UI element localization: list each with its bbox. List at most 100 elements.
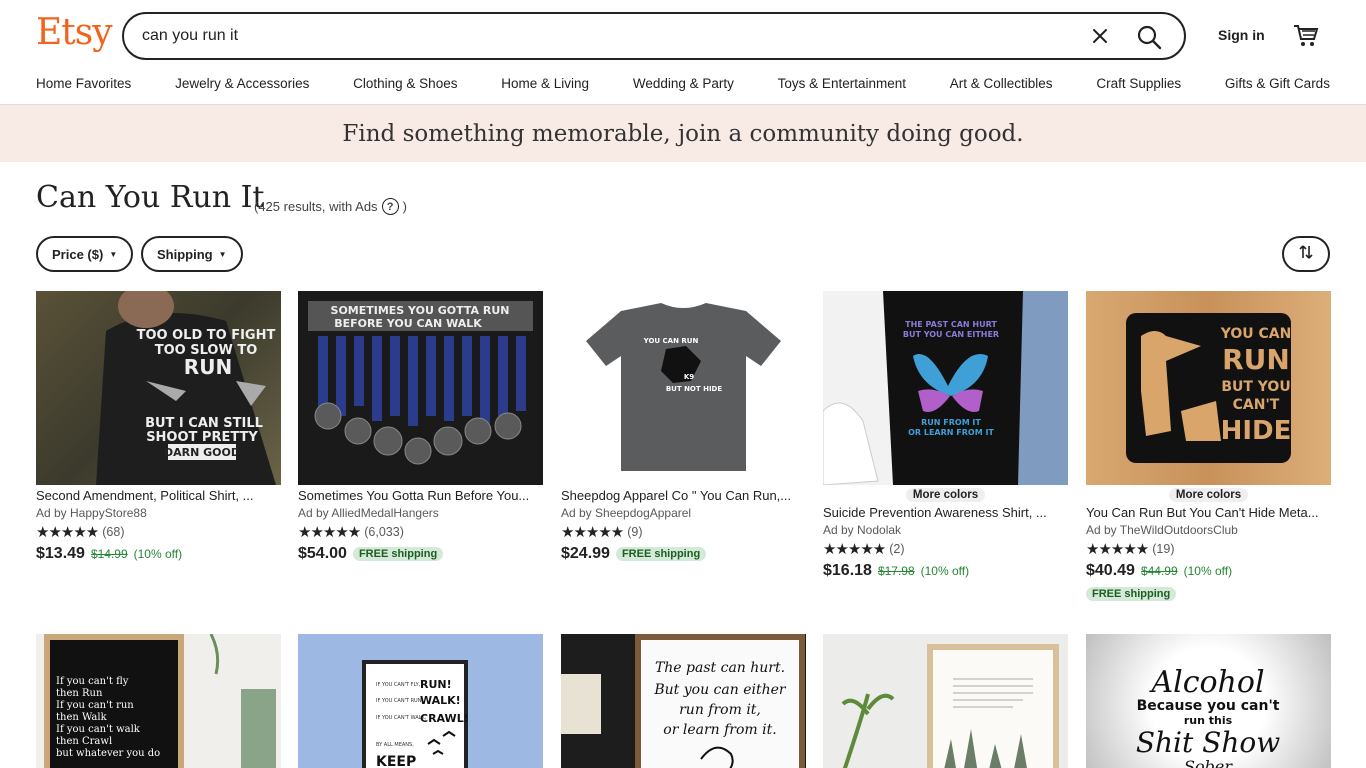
listing-card[interactable]: Alcohol Because you can't run this Shit … bbox=[1086, 634, 1331, 768]
nav-item-craft[interactable]: Craft Supplies bbox=[1096, 76, 1181, 91]
star-rating-icon: ★★★★★ bbox=[561, 524, 624, 541]
listing-image[interactable]: If you can't fly then Run If you can't r… bbox=[36, 634, 281, 768]
listing-title[interactable]: Second Amendment, Political Shirt, ... bbox=[36, 488, 281, 503]
listing-shop: Ad by TheWildOutdoorsClub bbox=[1086, 523, 1238, 537]
shirt-text: DARN GOOD bbox=[164, 446, 240, 459]
listing-rating: ★★★★★ (9) bbox=[561, 523, 806, 541]
listing-image[interactable]: SOMETIMES YOU GOTTA RUN BEFORE YOU CAN W… bbox=[298, 291, 543, 485]
listing-rating: ★★★★★ (2) bbox=[823, 540, 1068, 558]
listing-title[interactable]: Sometimes You Gotta Run Before You... bbox=[298, 488, 543, 503]
nav-item-toys[interactable]: Toys & Entertainment bbox=[778, 76, 906, 91]
poster-text: RUN! bbox=[420, 678, 452, 691]
poster-text: IF YOU CAN'T FLY, bbox=[376, 682, 421, 688]
search-input[interactable] bbox=[142, 27, 1042, 45]
original-price: $17.98 bbox=[877, 564, 915, 578]
page-title: Can You Run It bbox=[36, 180, 265, 215]
shirt-text: SHOOT PRETTY bbox=[146, 430, 258, 445]
poster-text: Alcohol bbox=[1148, 665, 1264, 700]
listing-title[interactable]: Suicide Prevention Awareness Shirt, ... bbox=[823, 505, 1068, 520]
poster-text: then Crawl bbox=[56, 736, 112, 747]
original-price: $14.99 bbox=[90, 547, 128, 561]
listing-card[interactable]: THE PAST CAN HURT BUT YOU CAN EITHER RUN… bbox=[823, 291, 1068, 580]
search-icon[interactable] bbox=[1134, 22, 1164, 52]
sort-button[interactable] bbox=[1282, 236, 1330, 272]
listing-image[interactable]: YOU CAN RUN K9 BUT NOT HIDE bbox=[561, 291, 806, 485]
listing-shop: Ad by HappyStore88 bbox=[36, 506, 147, 520]
listing-price-row: $40.49 $44.99 (10% off) bbox=[1086, 562, 1331, 580]
nav-item-jewelry[interactable]: Jewelry & Accessories bbox=[175, 76, 309, 91]
review-count: (6,033) bbox=[364, 525, 404, 539]
listing-card[interactable]: The past can hurt. But you can either ru… bbox=[561, 634, 806, 768]
results-count: (425 results, with Ads ? ) bbox=[254, 198, 407, 215]
listing-title[interactable]: Sheepdog Apparel Co " You Can Run,... bbox=[561, 488, 806, 503]
cart-icon[interactable] bbox=[1293, 22, 1319, 48]
listing-card[interactable]: TOO OLD TO FIGHT TOO SLOW TO RUN BUT I C… bbox=[36, 291, 281, 563]
star-rating-icon: ★★★★★ bbox=[1086, 541, 1149, 558]
help-icon[interactable]: ? bbox=[381, 198, 399, 215]
poster-text: The past can hurt. bbox=[655, 660, 785, 676]
listing-shop: Ad by SheepdogApparel bbox=[561, 506, 692, 520]
review-count: (2) bbox=[889, 542, 905, 556]
etsy-logo[interactable]: Etsy bbox=[36, 12, 113, 53]
header: Etsy Sign in bbox=[0, 0, 1366, 68]
listing-image[interactable]: IF YOU CAN'T FLY, RUN! IF YOU CAN'T RUN,… bbox=[298, 634, 543, 768]
category-nav: Home Favorites Jewelry & Accessories Clo… bbox=[36, 76, 1330, 91]
more-colors-badge: More colors bbox=[1168, 488, 1249, 502]
free-shipping-badge: FREE shipping bbox=[352, 547, 444, 561]
discount: (10% off) bbox=[133, 547, 183, 561]
nav-item-home-favorites[interactable]: Home Favorites bbox=[36, 76, 131, 91]
listing-card[interactable] bbox=[823, 634, 1068, 768]
listing-price: $13.49 bbox=[36, 545, 85, 562]
nav-item-wedding[interactable]: Wedding & Party bbox=[633, 76, 734, 91]
shirt-text: K9 bbox=[684, 373, 694, 381]
sign-text: YOU CAN bbox=[1220, 326, 1292, 342]
hanger-text: SOMETIMES YOU GOTTA RUN bbox=[331, 304, 510, 317]
listing-card[interactable]: IF YOU CAN'T FLY, RUN! IF YOU CAN'T RUN,… bbox=[298, 634, 543, 768]
more-colors-badge: More colors bbox=[905, 488, 986, 502]
shirt-text: TOO OLD TO FIGHT bbox=[137, 328, 276, 343]
nav-item-art[interactable]: Art & Collectibles bbox=[950, 76, 1053, 91]
listing-image[interactable] bbox=[823, 634, 1068, 768]
listing-card[interactable]: If you can't fly then Run If you can't r… bbox=[36, 634, 281, 768]
nav-item-home-living[interactable]: Home & Living bbox=[501, 76, 589, 91]
poster-text: CRAWL! bbox=[420, 712, 469, 725]
listing-title[interactable]: You Can Run But You Can't Hide Meta... bbox=[1086, 505, 1331, 520]
hanger-text: BEFORE YOU CAN WALK bbox=[334, 317, 482, 330]
listing-card[interactable]: YOU CAN RUN K9 BUT NOT HIDE Sheepdog App… bbox=[561, 291, 806, 563]
shirt-text: BUT NOT HIDE bbox=[666, 385, 723, 393]
results-count-text: (425 results, with Ads bbox=[254, 199, 378, 214]
listing-image[interactable]: The past can hurt. But you can either ru… bbox=[561, 634, 806, 768]
chevron-down-icon: ▼ bbox=[109, 249, 118, 259]
nav-item-clothing[interactable]: Clothing & Shoes bbox=[353, 76, 457, 91]
shirt-text: BUT YOU CAN EITHER bbox=[903, 330, 999, 339]
search-bar[interactable] bbox=[122, 12, 1186, 60]
poster-text: or learn from it. bbox=[663, 722, 776, 738]
sign-text: BUT YOU bbox=[1221, 379, 1290, 395]
listing-card[interactable]: SOMETIMES YOU GOTTA RUN BEFORE YOU CAN W… bbox=[298, 291, 543, 563]
listing-rating: ★★★★★ (6,033) bbox=[298, 523, 543, 541]
free-shipping-badge: FREE shipping bbox=[1086, 587, 1177, 601]
price-filter-button[interactable]: Price ($) ▼ bbox=[36, 236, 134, 272]
listing-price-row: $13.49 $14.99 (10% off) bbox=[36, 545, 281, 563]
poster-text: BY ALL MEANS, bbox=[376, 742, 414, 748]
poster-text: IF YOU CAN'T RUN, bbox=[376, 698, 423, 704]
sign-in-button[interactable]: Sign in bbox=[1218, 27, 1265, 43]
listing-image[interactable]: TOO OLD TO FIGHT TOO SLOW TO RUN BUT I C… bbox=[36, 291, 281, 485]
clear-search-icon[interactable] bbox=[1088, 24, 1112, 48]
shipping-row: FREE shipping bbox=[1086, 584, 1331, 602]
listing-price: $54.00 bbox=[298, 545, 347, 562]
listing-image[interactable]: THE PAST CAN HURT BUT YOU CAN EITHER RUN… bbox=[823, 291, 1068, 485]
listing-card[interactable]: YOU CAN RUN BUT YOU CAN'T HIDE More colo… bbox=[1086, 291, 1331, 602]
poster-text: Shit Show bbox=[1136, 726, 1280, 759]
shipping-filter-button[interactable]: Shipping ▼ bbox=[141, 236, 243, 272]
original-price: $44.99 bbox=[1140, 564, 1178, 578]
sign-text: HIDE bbox=[1221, 416, 1292, 446]
listing-price: $16.18 bbox=[823, 562, 872, 579]
listing-image[interactable]: YOU CAN RUN BUT YOU CAN'T HIDE bbox=[1086, 291, 1331, 485]
promo-banner: Find something memorable, join a communi… bbox=[0, 105, 1366, 162]
poster-text: run from it, bbox=[679, 702, 761, 718]
listing-image[interactable]: Alcohol Because you can't run this Shit … bbox=[1086, 634, 1331, 768]
star-rating-icon: ★★★★★ bbox=[298, 524, 361, 541]
listing-shop: Ad by Nodolak bbox=[823, 523, 902, 537]
nav-item-gifts[interactable]: Gifts & Gift Cards bbox=[1225, 76, 1330, 91]
